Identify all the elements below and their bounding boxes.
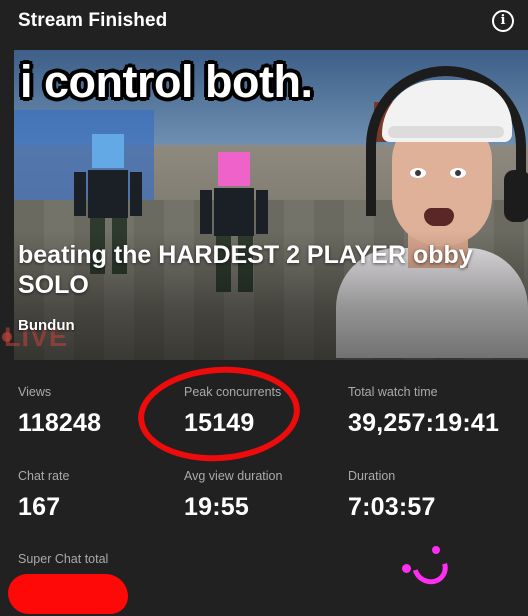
stat-label: Avg view duration: [184, 469, 283, 483]
headphone-cup: [504, 170, 528, 222]
stat-label: Duration: [348, 469, 396, 483]
header-bar: Stream Finished i: [0, 0, 528, 44]
character-head: [92, 134, 124, 168]
smiley-grin: [405, 543, 455, 591]
streamer-eye: [410, 168, 426, 178]
stat-views: Views 118248: [18, 385, 101, 438]
stat-total-watch-time: Total watch time 39,257:19:41: [348, 385, 499, 438]
smiley-eye: [402, 564, 411, 573]
stat-duration: Duration 7:03:57: [348, 469, 436, 522]
stream-title: beating the HARDEST 2 PLAYER obby SOLO: [18, 241, 473, 299]
character-arm: [74, 172, 86, 216]
character-torso: [88, 170, 128, 218]
stat-label: Views: [18, 385, 52, 399]
streamer-mouth: [424, 208, 454, 226]
stat-value: 118248: [18, 409, 102, 437]
stat-avg-view-duration: Avg view duration 19:55: [184, 469, 282, 522]
page-title: Stream Finished: [18, 10, 168, 31]
stat-value: 39,257:19:41: [348, 409, 500, 437]
stat-label: Chat rate: [18, 469, 70, 483]
stat-chat-rate: Chat rate 167: [18, 469, 69, 522]
character-arm: [200, 190, 212, 234]
stat-value: 19:55: [184, 493, 249, 521]
smiley-icon: [398, 543, 455, 591]
streamer-cap-brim: [388, 126, 504, 138]
channel-name[interactable]: Bundun: [18, 317, 75, 334]
character-torso: [214, 188, 254, 236]
stat-super-chat-total: Super Chat total: [18, 552, 108, 566]
stat-value: 167: [18, 493, 61, 521]
redaction-scribble: [8, 574, 128, 614]
character-arm: [130, 172, 142, 216]
stat-label: Total watch time: [348, 385, 438, 399]
character-head: [218, 152, 250, 186]
stat-label: Super Chat total: [18, 552, 109, 566]
stat-value: 7:03:57: [348, 493, 436, 521]
streamer-eye: [450, 168, 466, 178]
thumbnail-caption: i control both.: [20, 56, 313, 107]
red-circle-annotation: [134, 361, 304, 467]
info-icon[interactable]: i: [492, 10, 514, 32]
character-arm: [256, 190, 268, 234]
